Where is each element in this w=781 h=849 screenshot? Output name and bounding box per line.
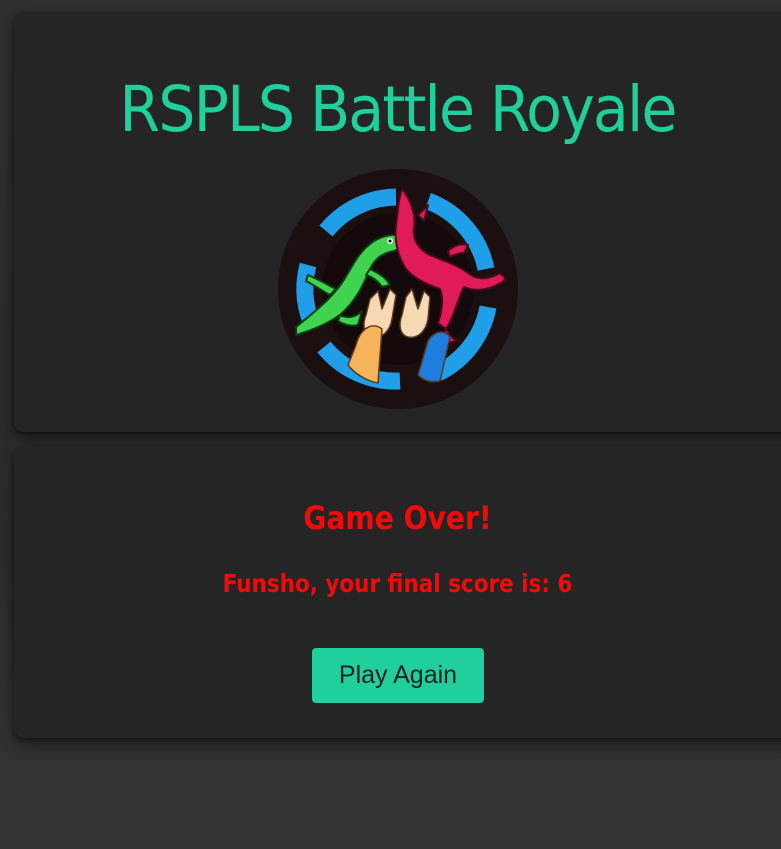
result-card: Game Over! Funsho, your final score is: … [14, 446, 781, 738]
final-score-text: Funsho, your final score is: 6 [222, 569, 573, 598]
game-over-heading: Game Over! [303, 499, 492, 537]
page-title: RSPLS Battle Royale [119, 73, 677, 146]
rock-paper-scissors-lizard-spock-logo-icon [278, 169, 518, 409]
play-again-button[interactable]: Play Again [312, 648, 484, 703]
header-card: RSPLS Battle Royale [14, 12, 781, 432]
